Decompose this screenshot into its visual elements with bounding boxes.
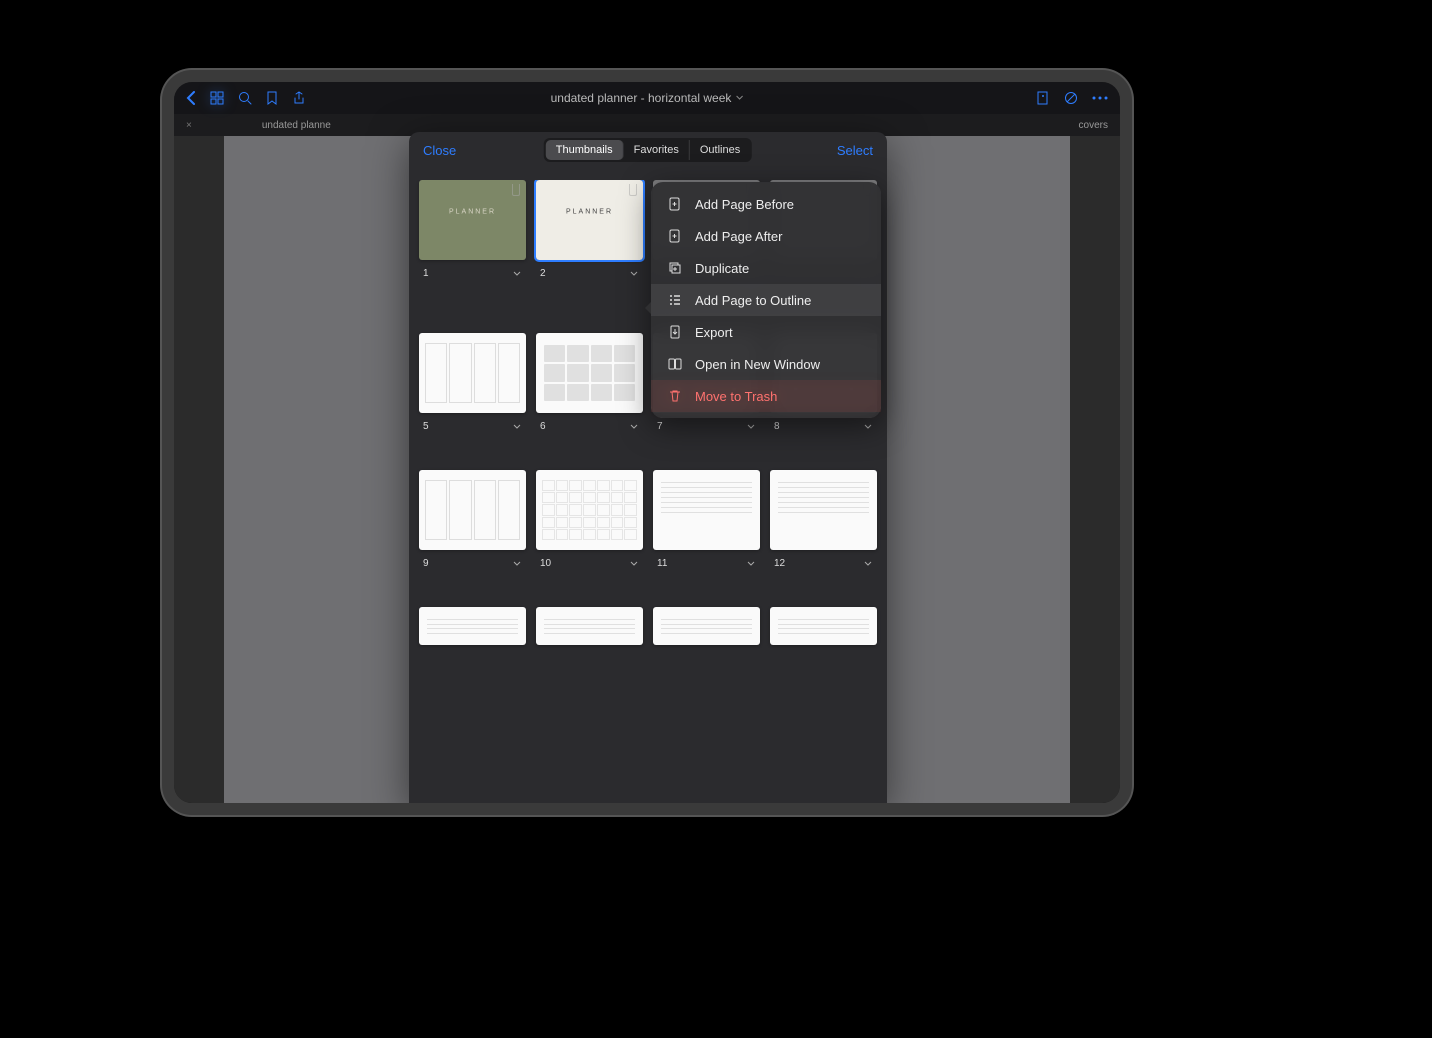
- menu-duplicate[interactable]: Duplicate: [651, 252, 881, 284]
- export-icon: [667, 324, 683, 340]
- page-thumbnail[interactable]: [770, 607, 877, 645]
- grid-icon[interactable]: [210, 91, 224, 105]
- sheet-header: Close Thumbnails Favorites Outlines Sele…: [409, 132, 887, 168]
- new-window-icon: [667, 356, 683, 372]
- close-tab-icon[interactable]: ×: [186, 120, 192, 131]
- page-thumbnail[interactable]: PLANNER: [536, 180, 643, 260]
- tab-extra: covers: [1079, 120, 1108, 131]
- menu-move-to-trash[interactable]: Move to Trash: [651, 380, 881, 412]
- select-button[interactable]: Select: [837, 143, 873, 158]
- screen: undated planner - horizontal week × unda…: [174, 82, 1120, 803]
- tablet-frame: undated planner - horizontal week × unda…: [162, 70, 1132, 815]
- menu-open-new-window[interactable]: Open in New Window: [651, 348, 881, 380]
- annotate-icon[interactable]: [1064, 91, 1078, 105]
- page-thumbnail[interactable]: [536, 470, 643, 550]
- tab-label[interactable]: undated planne: [262, 120, 331, 131]
- back-icon[interactable]: [186, 91, 196, 105]
- menu-add-page-before[interactable]: Add Page Before: [651, 188, 881, 220]
- page-thumbnail[interactable]: PLANNER: [419, 180, 526, 260]
- new-page-icon[interactable]: [1036, 91, 1050, 105]
- trash-icon: [667, 388, 683, 404]
- menu-add-page-after[interactable]: Add Page After: [651, 220, 881, 252]
- segment-outlines[interactable]: Outlines: [690, 140, 750, 160]
- page-thumbnail[interactable]: [419, 333, 526, 413]
- page-thumbnail[interactable]: [770, 470, 877, 550]
- segment-favorites[interactable]: Favorites: [624, 140, 690, 160]
- page-number[interactable]: 1: [419, 260, 526, 289]
- bookmark-icon[interactable]: [266, 91, 278, 105]
- close-button[interactable]: Close: [423, 143, 456, 158]
- menu-add-to-outline[interactable]: Add Page to Outline: [651, 284, 881, 316]
- page-number[interactable]: 2: [536, 260, 643, 289]
- page-thumbnail[interactable]: [419, 607, 526, 645]
- share-icon[interactable]: [292, 91, 306, 105]
- menu-export[interactable]: Export: [651, 316, 881, 348]
- doc-plus-after-icon: [667, 228, 683, 244]
- page-thumbnail[interactable]: [653, 470, 760, 550]
- doc-plus-before-icon: [667, 196, 683, 212]
- more-icon[interactable]: [1092, 96, 1108, 100]
- page-thumbnail[interactable]: [419, 470, 526, 550]
- search-icon[interactable]: [238, 91, 252, 105]
- page-thumbnail[interactable]: [536, 333, 643, 413]
- segment-thumbnails[interactable]: Thumbnails: [546, 140, 624, 160]
- duplicate-icon: [667, 260, 683, 276]
- page-context-menu: Add Page Before Add Page After Duplicate…: [651, 182, 881, 418]
- list-icon: [667, 292, 683, 308]
- page-thumbnail[interactable]: [536, 607, 643, 645]
- view-segmented-control[interactable]: Thumbnails Favorites Outlines: [544, 138, 752, 162]
- document-title[interactable]: undated planner - horizontal week: [551, 91, 744, 105]
- app-toolbar: undated planner - horizontal week: [174, 82, 1120, 114]
- page-thumbnail[interactable]: [653, 607, 760, 645]
